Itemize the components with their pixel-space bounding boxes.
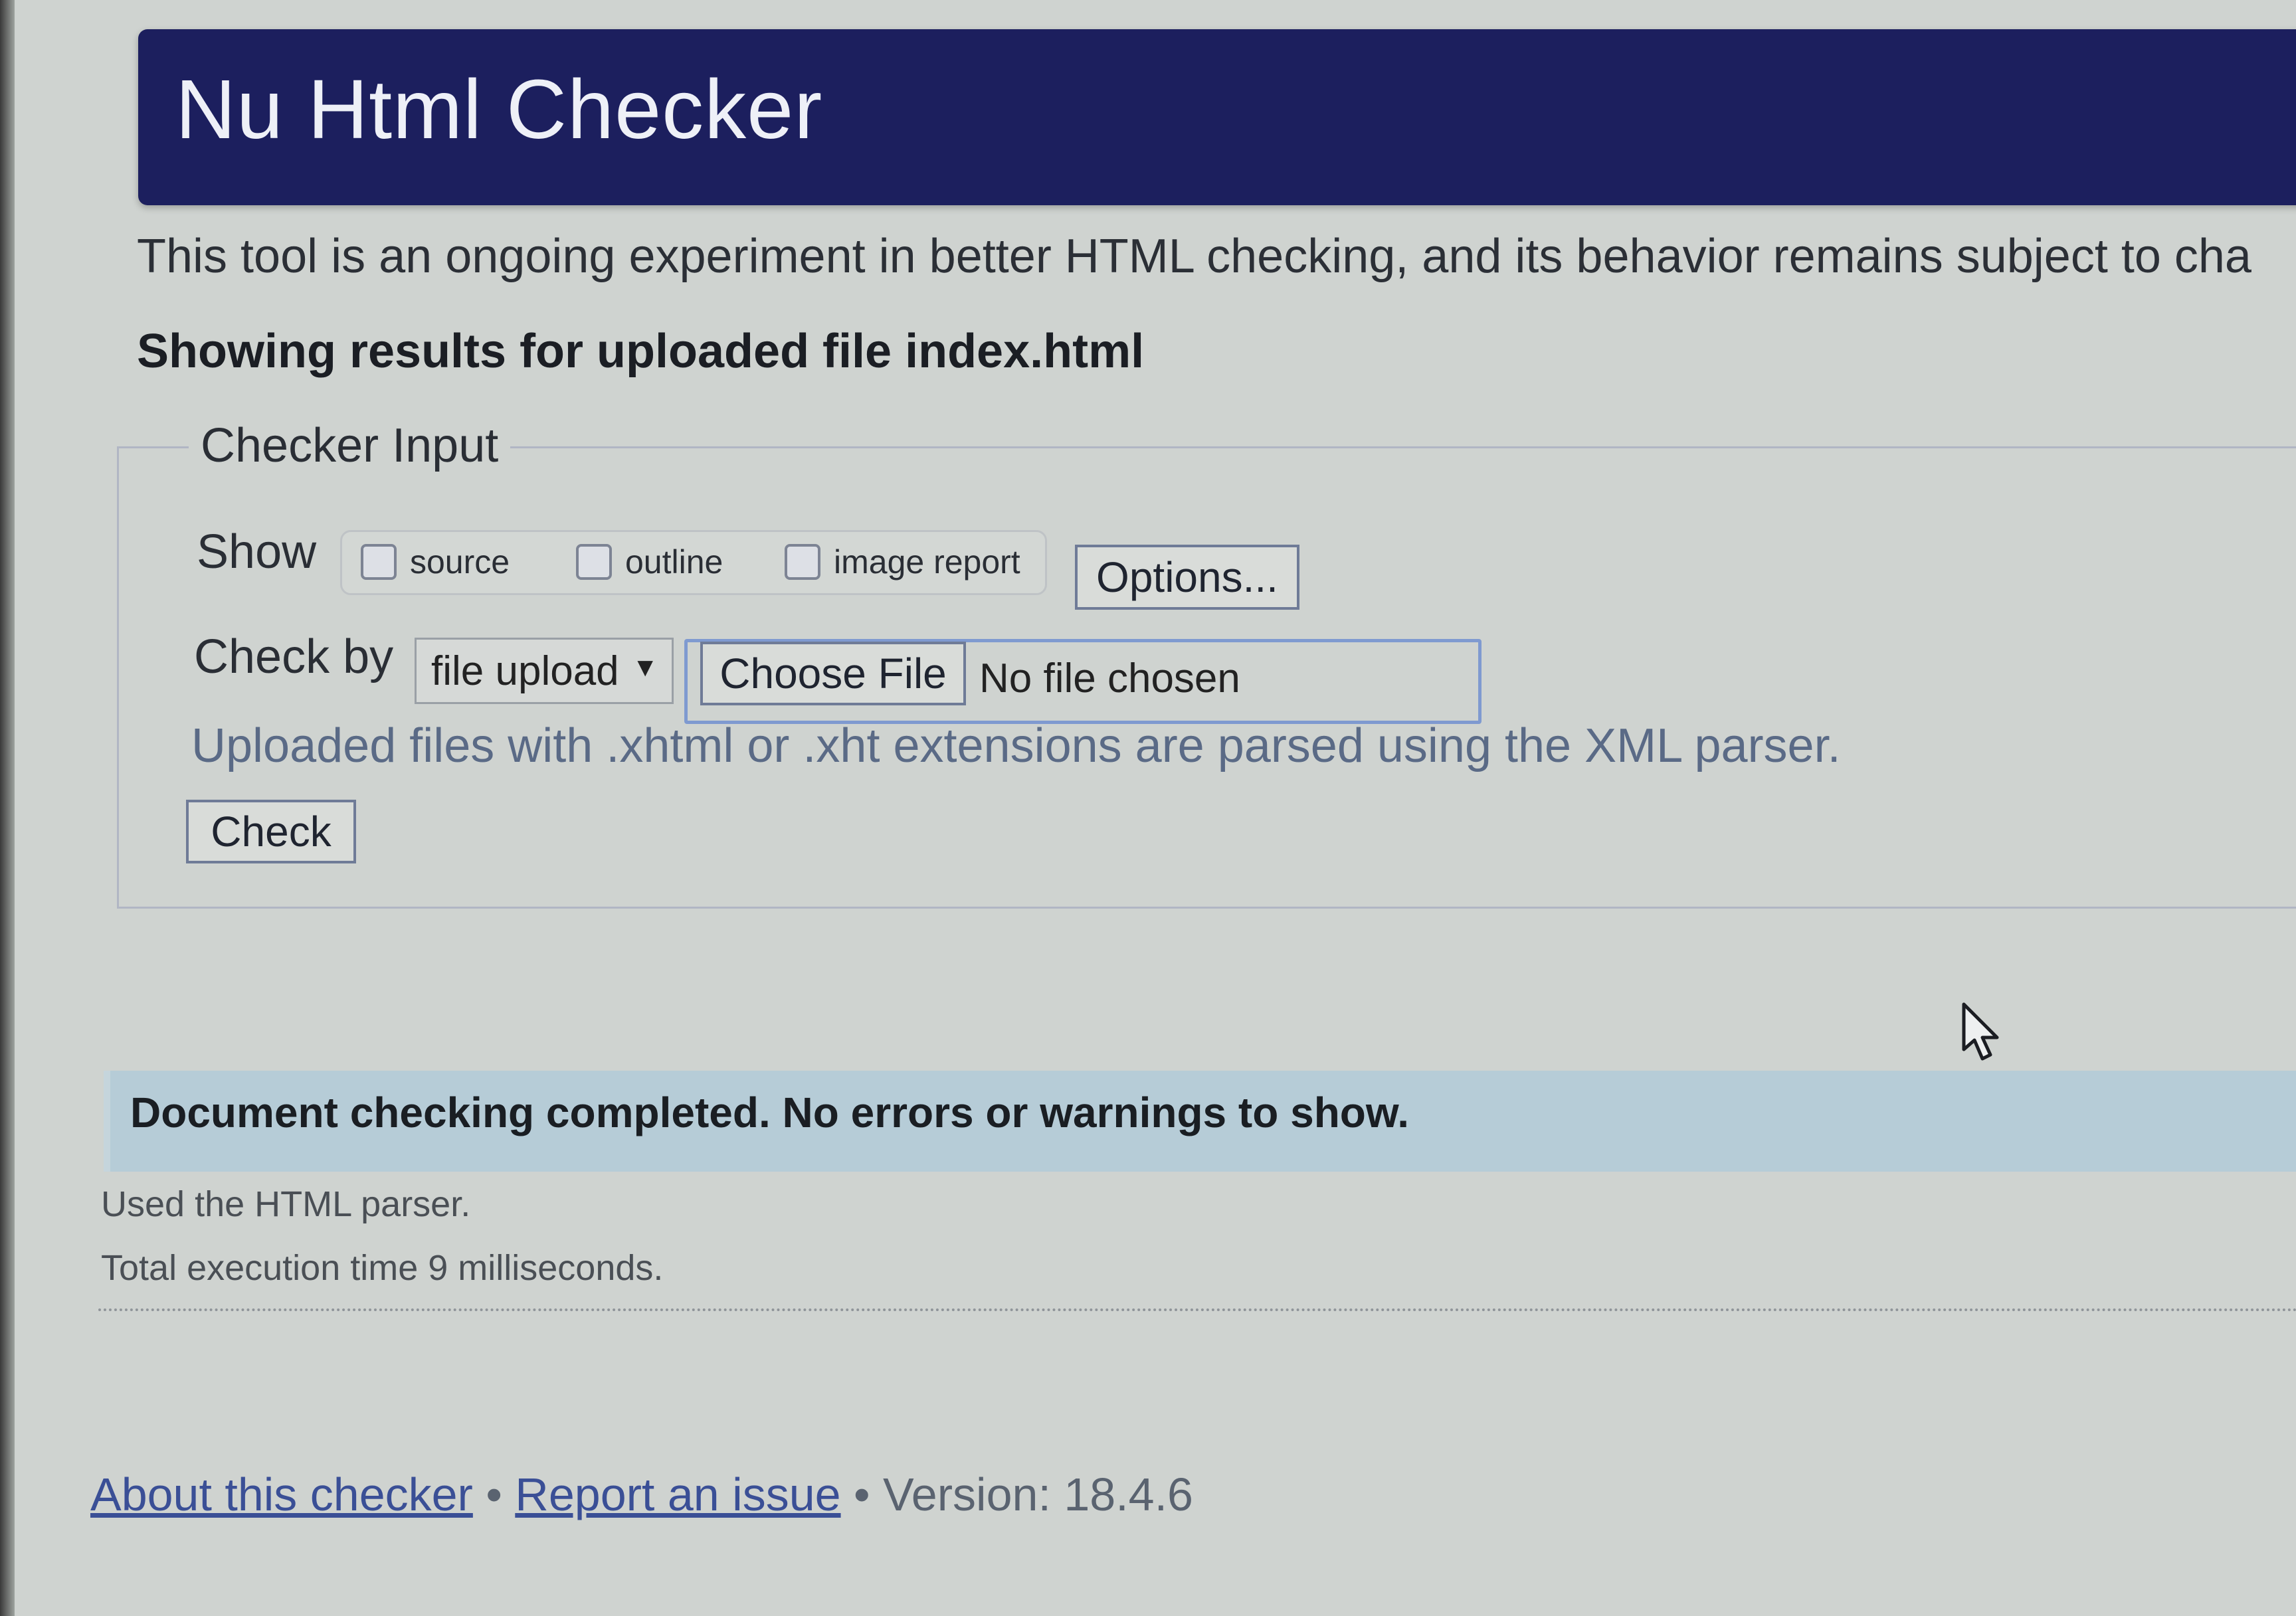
about-checker-link[interactable]: About this checker (90, 1469, 473, 1520)
page-title: Nu Html Checker (175, 62, 823, 156)
checkbox-box[interactable] (361, 544, 397, 580)
check-by-selected-value: file upload (431, 648, 619, 694)
version-text: Version: 18.4.6 (882, 1469, 1193, 1520)
choose-file-button[interactable]: Choose File (700, 642, 966, 705)
show-label: Show (197, 525, 317, 579)
options-button[interactable]: Options... (1075, 545, 1299, 610)
show-outline-checkbox[interactable]: outline (576, 543, 723, 581)
check-button[interactable]: Check (186, 800, 356, 863)
divider (98, 1308, 2296, 1311)
report-issue-link[interactable]: Report an issue (515, 1469, 840, 1520)
mouse-pointer-icon (1961, 1002, 2001, 1066)
checkbox-label: source (410, 543, 510, 581)
intro-text: This tool is an ongoing experiment in be… (137, 230, 2251, 283)
show-image-report-checkbox[interactable]: image report (785, 543, 1020, 581)
check-by-label: Check by (194, 630, 394, 683)
show-source-checkbox[interactable]: source (361, 543, 510, 581)
checkbox-box[interactable] (785, 544, 820, 580)
monitor-bezel-edge (0, 0, 15, 1616)
upload-hint: Uploaded files with .xhtml or .xht exten… (191, 719, 1841, 772)
show-options-group: source outline image report (340, 530, 1047, 595)
checkbox-label: outline (625, 543, 723, 581)
results-heading: Showing results for uploaded file index.… (137, 325, 1145, 378)
checkbox-box[interactable] (576, 544, 612, 580)
file-status-text: No file chosen (979, 656, 1240, 701)
parser-info: Used the HTML parser. (101, 1184, 471, 1224)
check-by-select[interactable]: file upload ▼ (415, 638, 674, 704)
dropdown-arrow-icon: ▼ (632, 653, 658, 682)
footer-separator: • (854, 1469, 870, 1520)
execution-time: Total execution time 9 milliseconds. (101, 1248, 664, 1288)
checker-input-legend: Checker Input (189, 418, 511, 473)
footer-separator: • (486, 1469, 502, 1520)
checkbox-label: image report (834, 543, 1020, 581)
footer: About this checker • Report an issue • V… (90, 1468, 1193, 1521)
success-message: Document checking completed. No errors o… (130, 1089, 1410, 1136)
